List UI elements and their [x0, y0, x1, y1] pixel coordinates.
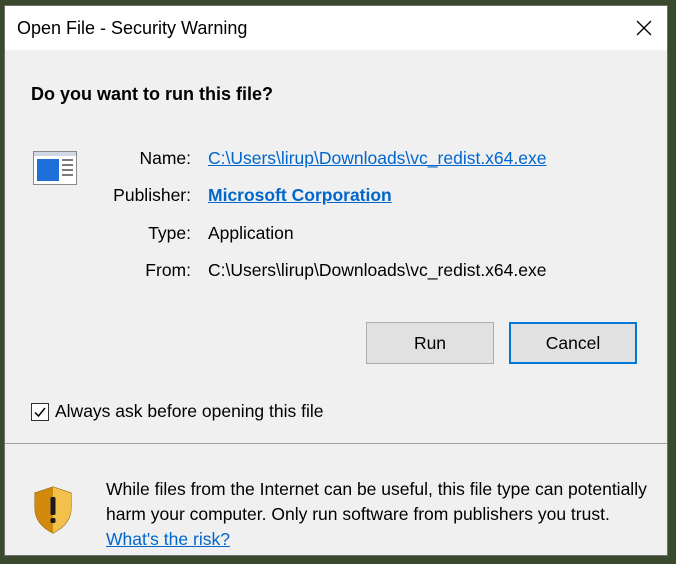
cancel-button[interactable]: Cancel — [509, 322, 637, 364]
warning-message: While files from the Internet can be use… — [106, 477, 656, 552]
run-button[interactable]: Run — [366, 322, 494, 364]
publisher-label: Publisher: — [113, 185, 191, 205]
close-icon — [636, 20, 652, 36]
window-title: Open File - Security Warning — [17, 18, 248, 38]
security-shield-icon — [34, 486, 72, 534]
dialog-heading: Do you want to run this file? — [31, 84, 273, 104]
close-button[interactable] — [621, 6, 667, 50]
always-ask-checkbox[interactable] — [31, 402, 49, 421]
from-value: C:\Users\lirup\Downloads\vc_redist.x64.e… — [208, 260, 547, 280]
publisher-link[interactable]: Microsoft Corporation — [208, 185, 392, 206]
warning-text: While files from the Internet can be use… — [106, 479, 647, 524]
file-name-link[interactable]: C:\Users\lirup\Downloads\vc_redist.x64.e… — [208, 148, 546, 169]
from-label: From: — [145, 260, 191, 280]
always-ask-label: Always ask before opening this file — [55, 401, 324, 421]
always-ask-checkbox-row[interactable]: Always ask before opening this file — [31, 401, 323, 422]
security-warning-dialog: Open File - Security Warning Do you want… — [4, 5, 668, 556]
type-label: Type: — [148, 223, 191, 243]
application-icon — [33, 151, 77, 185]
title-bar: Open File - Security Warning — [5, 6, 667, 50]
name-label: Name: — [139, 148, 191, 168]
divider — [5, 443, 667, 444]
type-value: Application — [208, 223, 294, 243]
checkmark-icon — [34, 407, 46, 417]
whats-the-risk-link[interactable]: What's the risk? — [106, 529, 230, 549]
